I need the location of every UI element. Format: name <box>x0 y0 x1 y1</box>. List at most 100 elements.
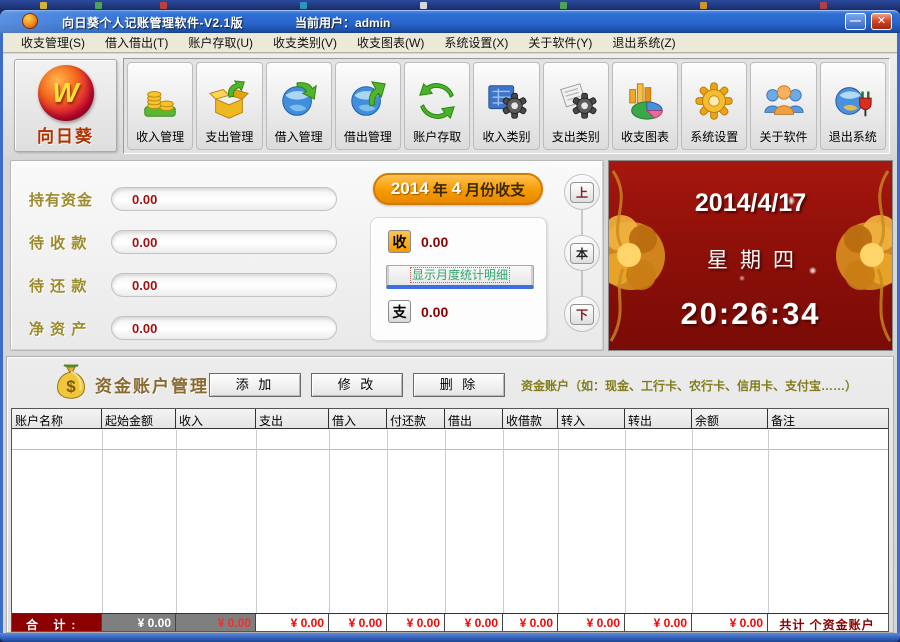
toolbar-button-label: 收入类别 <box>482 128 530 145</box>
toolbar-button-borrow-management[interactable]: 借入管理 <box>266 62 332 150</box>
funds-held-value: 0.00 <box>111 187 337 211</box>
menu-item-about[interactable]: 关于软件(Y) <box>518 32 602 53</box>
month-year: 2014 <box>391 179 429 199</box>
menu-item-charts[interactable]: 收支图表(W) <box>347 32 434 53</box>
chart-pie-icon <box>624 80 666 122</box>
expense-badge: 支 <box>388 300 411 323</box>
toolbar-button-label: 退出系统 <box>829 128 877 145</box>
app-logo: W 向日葵 <box>14 59 117 152</box>
current-month-bubble: 本 <box>564 235 600 271</box>
column-header-lent: 借出 <box>445 409 503 428</box>
month-suffix: 月份收支 <box>465 179 525 200</box>
menu-item-income-expense[interactable]: 收支管理(S) <box>11 32 95 53</box>
logo-name: 向日葵 <box>15 122 116 147</box>
grid-line <box>176 430 177 614</box>
toolbar: W 向日葵 收入管理 <box>3 54 897 157</box>
toolbar-button-label: 借入管理 <box>275 128 323 145</box>
month-year-suffix: 年 <box>433 179 448 200</box>
column-header-collected: 收借款 <box>503 409 558 428</box>
box-arrow-icon <box>208 80 250 122</box>
accounts-table: 账户名称 起始金额 收入 支出 借入 付还款 借出 收借款 转入 转出 余额 备… <box>11 408 889 632</box>
column-header-balance: 余额 <box>692 409 768 428</box>
menu-item-exit[interactable]: 退出系统(Z) <box>602 32 685 53</box>
background-icon <box>560 2 567 9</box>
total-expense: ¥ 0.00 <box>256 614 329 631</box>
grid-line <box>625 430 626 614</box>
background-icon <box>160 2 167 9</box>
window-title: 向日葵个人记账管理软件-V2.1版 <box>62 14 243 31</box>
month-expense-value: 0.00 <box>421 304 448 320</box>
background-icon <box>95 2 102 9</box>
menu-item-account-access[interactable]: 账户存取(U) <box>178 32 263 53</box>
grid-line <box>558 430 559 614</box>
accounts-title: 资金账户管理 <box>95 372 209 397</box>
accounts-header: $ 资金账户管理 添 加 修 改 删 除 资金账户（如：现金、工行卡、农行卡、信… <box>7 363 893 405</box>
toolbar-button-label: 系统设置 <box>690 128 738 145</box>
column-header-initial-amount: 起始金额 <box>102 409 176 428</box>
minimize-button[interactable]: — <box>845 13 866 30</box>
clock-panel: 2014/4/17 星期四 20:26:34 <box>608 160 893 351</box>
toolbar-button-income-category[interactable]: 收入类别 <box>473 62 539 150</box>
prev-month-button[interactable]: 上 <box>570 182 594 203</box>
total-balance: ¥ 0.00 <box>692 614 768 631</box>
net-assets-value: 0.00 <box>111 316 337 340</box>
accounts-table-body[interactable] <box>12 430 888 614</box>
summary-row-receivable: 待 收 款 <box>29 230 117 254</box>
menu-item-borrow-lend[interactable]: 借入借出(T) <box>95 32 178 53</box>
grid-line <box>387 430 388 614</box>
toolbar-button-label: 借出管理 <box>344 128 392 145</box>
accounts-hint: 资金账户（如：现金、工行卡、农行卡、信用卡、支付宝……） <box>521 377 857 394</box>
toolbar-button-exit[interactable]: 退出系统 <box>820 62 886 150</box>
column-header-account-name: 账户名称 <box>12 409 102 428</box>
receivable-value: 0.00 <box>111 230 337 254</box>
grid-line <box>503 430 504 614</box>
column-header-transfer-in: 转入 <box>558 409 625 428</box>
toolbar-button-account-access[interactable]: 账户存取 <box>404 62 470 150</box>
month-card: 收 0.00 显示月度统计明细 支 0.00 <box>370 217 547 341</box>
accounts-table-total-row: 合 计: ¥ 0.00 ¥ 0.00 ¥ 0.00 ¥ 0.00 ¥ 0.00 … <box>12 613 888 631</box>
edit-account-button[interactable]: 修 改 <box>311 373 403 397</box>
globe-arrow-in-icon <box>278 80 320 122</box>
net-assets-label: 净 资 产 <box>29 318 117 339</box>
toolbar-button-system-settings[interactable]: 系统设置 <box>681 62 747 150</box>
menu-item-settings[interactable]: 系统设置(X) <box>434 32 518 53</box>
show-monthly-detail-label: 显示月度统计明细 <box>411 268 509 282</box>
current-month-button[interactable]: 本 <box>570 243 594 264</box>
toolbar-button-label: 支出类别 <box>552 128 600 145</box>
toolbar-button-charts[interactable]: 收支图表 <box>612 62 678 150</box>
toolbar-button-expense-category[interactable]: 支出类别 <box>543 62 609 150</box>
add-account-button[interactable]: 添 加 <box>209 373 301 397</box>
month-nav: 上 本 下 <box>559 161 605 352</box>
delete-account-button[interactable]: 删 除 <box>413 373 505 397</box>
summary-row-net-assets: 净 资 产 <box>29 316 117 340</box>
logo-ball-icon: W <box>38 65 94 121</box>
column-header-income: 收入 <box>176 409 256 428</box>
toolbar-button-label: 收支图表 <box>621 128 669 145</box>
toolbar-button-about[interactable]: 关于软件 <box>750 62 816 150</box>
gear-icon <box>693 80 735 122</box>
accounts-count-summary: 共计 个资金账户 <box>768 614 888 631</box>
next-month-button[interactable]: 下 <box>570 304 594 325</box>
toolbar-button-income-management[interactable]: 收入管理 <box>127 62 193 150</box>
menu-item-categories[interactable]: 收支类别(V) <box>263 32 347 53</box>
toolbar-button-lend-management[interactable]: 借出管理 <box>335 62 401 150</box>
globe-arrow-out-icon <box>347 80 389 122</box>
prev-month-bubble: 上 <box>564 174 600 210</box>
toolbar-button-expense-management[interactable]: 支出管理 <box>196 62 262 150</box>
grid-line <box>102 430 103 614</box>
user-label: 当前用户： <box>295 16 355 30</box>
gold-flower-left-icon <box>608 161 691 351</box>
toolbar-button-label: 账户存取 <box>413 128 461 145</box>
grid-line <box>329 430 330 614</box>
background-icon <box>40 2 47 9</box>
column-header-borrowed: 借入 <box>329 409 387 428</box>
close-button[interactable]: ✕ <box>871 13 892 30</box>
total-initial-amount: ¥ 0.00 <box>102 614 176 631</box>
current-user-label: 当前用户：admin <box>295 14 390 31</box>
svg-text:$: $ <box>66 377 76 396</box>
show-monthly-detail-button[interactable]: 显示月度统计明细 <box>386 265 534 289</box>
background-icon <box>700 2 707 9</box>
next-month-bubble: 下 <box>564 296 600 332</box>
total-borrowed: ¥ 0.00 <box>329 614 387 631</box>
total-income: ¥ 0.00 <box>176 614 256 631</box>
